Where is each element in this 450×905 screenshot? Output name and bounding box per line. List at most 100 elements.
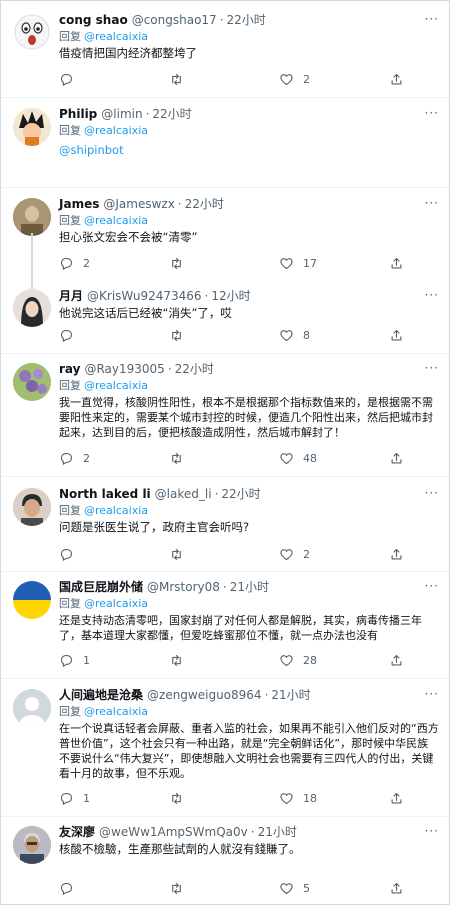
like-button[interactable]: 28 bbox=[279, 653, 349, 668]
like-button[interactable]: 2 bbox=[279, 547, 349, 562]
photo-avatar-icon bbox=[13, 289, 51, 327]
more-options-icon[interactable]: ··· bbox=[425, 486, 439, 500]
avatar[interactable] bbox=[13, 826, 51, 864]
reply-to-link[interactable]: @realcaixia bbox=[84, 124, 148, 137]
more-options-icon[interactable]: ··· bbox=[425, 106, 439, 120]
more-options-icon[interactable]: ··· bbox=[425, 361, 439, 375]
display-name[interactable]: Philip bbox=[59, 106, 97, 122]
reply-tweet[interactable]: cong shao @congshao17 · 22小时 ··· 回复 @real… bbox=[1, 1, 449, 98]
reply-tweet[interactable]: ray @Ray193005 · 22小时 ··· 回复 @realcaixia … bbox=[1, 354, 449, 477]
retweet-button[interactable] bbox=[169, 653, 239, 668]
ukraine-flag-avatar-icon bbox=[13, 581, 51, 619]
retweet-button[interactable] bbox=[169, 328, 239, 343]
more-options-icon[interactable]: ··· bbox=[425, 579, 439, 593]
timestamp[interactable]: 22小时 bbox=[227, 12, 266, 28]
avatar[interactable] bbox=[13, 289, 51, 327]
retweet-button[interactable] bbox=[169, 72, 239, 87]
timestamp[interactable]: 22小时 bbox=[221, 486, 260, 502]
user-handle[interactable]: @limin bbox=[101, 106, 142, 122]
reply-tweet[interactable]: 月月 @KrisWu92473466 · 12小时 ··· 他说完这话后已经被“… bbox=[1, 284, 449, 354]
timestamp[interactable]: 22小时 bbox=[185, 196, 224, 212]
share-button[interactable] bbox=[389, 653, 409, 668]
like-button[interactable]: 5 bbox=[279, 881, 349, 896]
user-handle[interactable]: @Jameswzx bbox=[103, 196, 174, 212]
reply-button[interactable]: 1 bbox=[59, 791, 129, 806]
retweet-button[interactable] bbox=[169, 547, 239, 562]
display-name[interactable]: cong shao bbox=[59, 12, 128, 28]
reply-to-link[interactable]: @realcaixia bbox=[84, 30, 148, 43]
reply-tweet[interactable]: James @Jameswzx · 22小时 ··· 回复 @realcaixia… bbox=[1, 188, 449, 284]
user-handle[interactable]: @Mrstory08 bbox=[147, 579, 220, 595]
avatar[interactable] bbox=[13, 488, 51, 526]
reply-button[interactable] bbox=[59, 881, 129, 896]
reply-button[interactable]: 2 bbox=[59, 256, 129, 271]
timestamp[interactable]: 21小时 bbox=[258, 824, 297, 840]
mention-link[interactable]: @shipinbot bbox=[59, 143, 439, 158]
reply-to-link[interactable]: @realcaixia bbox=[84, 597, 148, 610]
reply-button[interactable] bbox=[59, 72, 129, 87]
avatar[interactable] bbox=[13, 689, 51, 727]
timestamp[interactable]: 22小时 bbox=[175, 361, 214, 377]
like-button[interactable]: 8 bbox=[279, 328, 349, 343]
user-handle[interactable]: @weWw1AmpSWmQa0v bbox=[99, 824, 248, 840]
timestamp[interactable]: 22小时 bbox=[152, 106, 191, 122]
more-options-icon[interactable]: ··· bbox=[425, 824, 439, 838]
reply-to-link[interactable]: @realcaixia bbox=[84, 504, 148, 517]
reply-button[interactable] bbox=[59, 328, 129, 343]
reply-button[interactable] bbox=[59, 547, 129, 562]
retweet-button[interactable] bbox=[169, 791, 239, 806]
user-handle[interactable]: @congshao17 bbox=[132, 12, 217, 28]
display-name[interactable]: ray bbox=[59, 361, 80, 377]
like-button[interactable]: 2 bbox=[279, 72, 349, 87]
reply-tweet[interactable]: North laked li @laked_li · 22小时 ··· 回复 @r… bbox=[1, 477, 449, 572]
reply-to-link[interactable]: @realcaixia bbox=[84, 214, 148, 227]
avatar[interactable] bbox=[13, 13, 51, 51]
avatar[interactable] bbox=[13, 363, 51, 401]
display-name[interactable]: 月月 bbox=[59, 288, 83, 304]
like-button[interactable]: 48 bbox=[279, 451, 349, 466]
reply-to-link[interactable]: @realcaixia bbox=[84, 379, 148, 392]
retweet-button[interactable] bbox=[169, 881, 239, 896]
share-button[interactable] bbox=[389, 791, 409, 806]
like-button[interactable]: 18 bbox=[279, 791, 349, 806]
separator-dot: · bbox=[264, 688, 269, 702]
timestamp[interactable]: 12小时 bbox=[211, 288, 250, 304]
share-button[interactable] bbox=[389, 256, 409, 271]
avatar[interactable] bbox=[13, 198, 51, 236]
reply-prefix: 回复 bbox=[59, 124, 81, 137]
share-button[interactable] bbox=[389, 328, 409, 343]
reply-tweet[interactable]: 人间遍地是沧桑 @zengweiguo8964 · 21小时 ··· 回复 @re… bbox=[1, 679, 449, 817]
display-name[interactable]: 国成巨屁崩外储 bbox=[59, 579, 143, 595]
display-name[interactable]: 人间遍地是沧桑 bbox=[59, 687, 143, 703]
retweet-button[interactable] bbox=[169, 256, 239, 271]
avatar[interactable] bbox=[13, 108, 51, 146]
user-handle[interactable]: @zengweiguo8964 bbox=[147, 687, 262, 703]
display-name[interactable]: North laked li bbox=[59, 486, 151, 502]
like-button[interactable]: 17 bbox=[279, 256, 349, 271]
retweet-button[interactable] bbox=[169, 451, 239, 466]
more-options-icon[interactable]: ··· bbox=[425, 12, 439, 26]
user-handle[interactable]: @KrisWu92473466 bbox=[87, 288, 202, 304]
more-options-icon[interactable]: ··· bbox=[425, 687, 439, 701]
timestamp[interactable]: 21小时 bbox=[271, 687, 310, 703]
more-options-icon[interactable]: ··· bbox=[425, 288, 439, 302]
reply-button[interactable]: 1 bbox=[59, 653, 129, 668]
reply-icon bbox=[60, 257, 73, 271]
display-name[interactable]: 友深廖 bbox=[59, 824, 95, 840]
reply-button[interactable]: 2 bbox=[59, 451, 129, 466]
share-button[interactable] bbox=[389, 451, 409, 466]
timestamp[interactable]: 21小时 bbox=[230, 579, 269, 595]
reply-tweet[interactable]: 友深廖 @weWw1AmpSWmQa0v · 21小时 ··· 核酸不檢驗，生產… bbox=[1, 817, 449, 904]
display-name[interactable]: James bbox=[59, 196, 99, 212]
share-button[interactable] bbox=[389, 72, 409, 87]
share-button[interactable] bbox=[389, 547, 409, 562]
avatar[interactable] bbox=[13, 581, 51, 619]
reply-to-link[interactable]: @realcaixia bbox=[84, 705, 148, 718]
reply-tweet[interactable]: Philip @limin · 22小时 ··· 回复 @realcaixia @… bbox=[1, 98, 449, 188]
user-handle[interactable]: @laked_li bbox=[155, 486, 212, 502]
replies-timeline: cong shao @congshao17 · 22小时 ··· 回复 @real… bbox=[0, 0, 450, 905]
reply-tweet[interactable]: 国成巨屁崩外储 @Mrstory08 · 21小时 ··· 回复 @realcai… bbox=[1, 572, 449, 679]
share-button[interactable] bbox=[389, 881, 409, 896]
more-options-icon[interactable]: ··· bbox=[425, 196, 439, 210]
user-handle[interactable]: @Ray193005 bbox=[84, 361, 164, 377]
